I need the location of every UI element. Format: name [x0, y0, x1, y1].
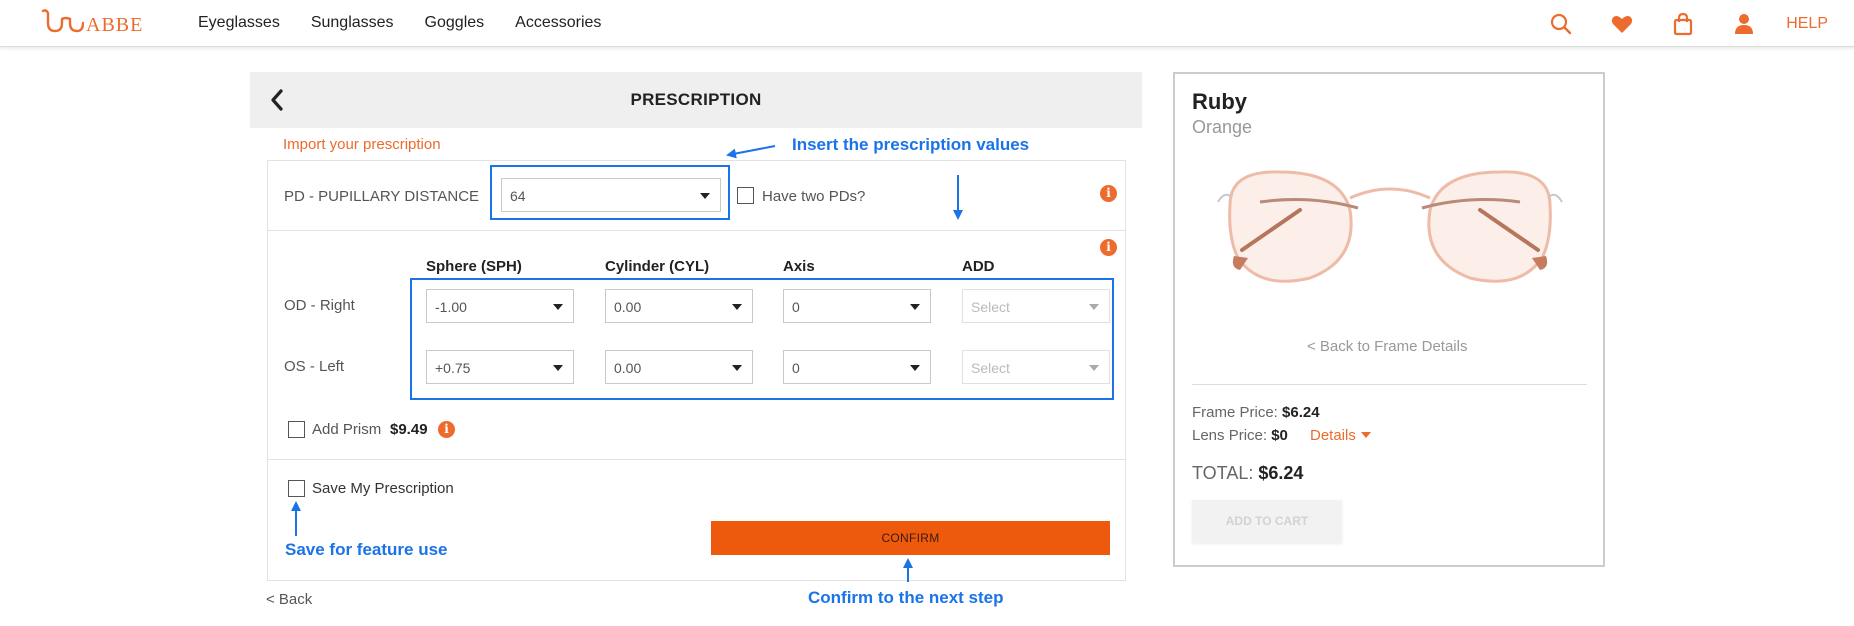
lens-price-value: $0 [1271, 427, 1288, 444]
product-name: Ruby [1192, 89, 1247, 114]
total-label: TOTAL: [1192, 463, 1254, 483]
product-image [1217, 170, 1563, 283]
product-summary-card [1173, 72, 1605, 567]
details-label: Details [1310, 427, 1356, 444]
divider [1192, 384, 1587, 385]
total-line: TOTAL: $6.24 [1192, 463, 1303, 484]
frame-price-value: $6.24 [1282, 404, 1320, 421]
price-details-toggle[interactable]: Details [1310, 427, 1371, 444]
total-value: $6.24 [1258, 463, 1304, 483]
product-color: Orange [1192, 117, 1253, 137]
lens-price-line: Lens Price: $0 [1192, 427, 1288, 444]
frame-price-label: Frame Price: [1192, 404, 1278, 421]
back-to-frame-details-link[interactable]: < Back to Frame Details [1307, 338, 1467, 355]
frame-price-line: Frame Price: $6.24 [1192, 404, 1320, 421]
arrow-to-pd [726, 145, 776, 159]
caret-down-icon [1360, 432, 1371, 438]
annotation-confirm: Confirm to the next step [808, 588, 1004, 607]
lens-price-label: Lens Price: [1192, 427, 1268, 444]
annotation-save: Save for feature use [285, 540, 448, 559]
annotation-insert-values: Insert the prescription values [792, 135, 1030, 154]
add-to-cart-button[interactable]: ADD TO CART [1192, 500, 1342, 543]
